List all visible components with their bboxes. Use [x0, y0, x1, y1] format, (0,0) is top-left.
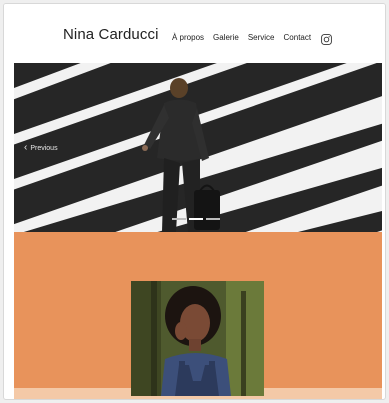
hero-carousel[interactable]: ‹ Previous — [14, 63, 382, 232]
carousel-dot-1[interactable] — [172, 218, 186, 220]
site-title[interactable]: Nina Carducci — [63, 26, 159, 43]
nav-link-contact[interactable]: Contact — [284, 33, 312, 42]
carousel-dot-3[interactable] — [206, 218, 220, 220]
main-nav: À propos Galerie Service Contact — [172, 32, 332, 45]
site-header: Nina Carducci À propos Galerie Service C… — [4, 4, 385, 64]
portrait-photo — [131, 281, 264, 396]
nav-link-gallery[interactable]: Galerie — [213, 33, 239, 42]
carousel-indicators — [172, 218, 223, 220]
browser-frame: Nina Carducci À propos Galerie Service C… — [3, 3, 386, 400]
chevron-left-icon: ‹ — [24, 142, 28, 153]
carousel-dot-2[interactable] — [189, 218, 203, 220]
carousel-prev-label: Previous — [30, 144, 58, 152]
hero-image — [14, 63, 382, 232]
instagram-icon[interactable] — [321, 32, 332, 45]
carousel-prev-button[interactable]: ‹ Previous — [24, 143, 58, 153]
nav-link-about[interactable]: À propos — [172, 33, 204, 42]
nav-link-service[interactable]: Service — [248, 33, 275, 42]
